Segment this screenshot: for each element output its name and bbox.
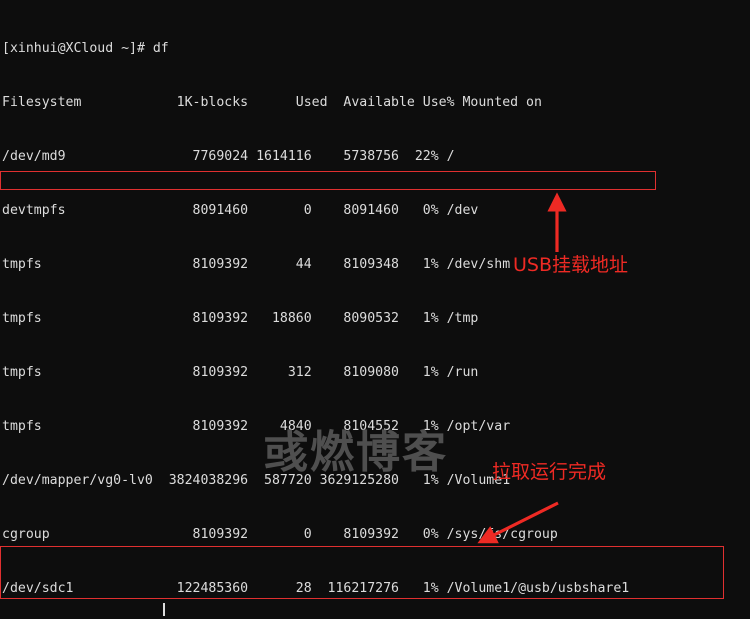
terminal-line-usbshare: /dev/sdc1 122485360 28 116217276 1% /Vol…	[2, 581, 630, 596]
result-annotation-label: 拉取运行完成	[492, 461, 607, 483]
terminal-line: tmpfs 8109392 18860 8090532 1% /tmp	[2, 311, 479, 326]
watermark: 彧燃博客	[264, 427, 448, 478]
terminal-line: tmpfs 8109392 312 8109080 1% /run	[2, 365, 479, 380]
terminal-line: [xinhui@XCloud ~]# df	[2, 41, 169, 56]
terminal-window[interactable]: [xinhui@XCloud ~]# df Filesystem 1K-bloc…	[0, 0, 750, 619]
terminal-cursor	[163, 603, 165, 616]
terminal-line: cgroup 8109392 0 8109392 0% /sys/fs/cgro…	[2, 527, 558, 542]
terminal-line: /dev/md9 7769024 1614116 5738756 22% /	[2, 149, 455, 164]
terminal-line-df-header: Filesystem 1K-blocks Used Available Use%…	[2, 95, 542, 110]
terminal-line: devtmpfs 8091460 0 8091460 0% /dev	[2, 203, 479, 218]
terminal-line: tmpfs 8109392 44 8109348 1% /dev/shm	[2, 257, 511, 272]
terminal-output: [xinhui@XCloud ~]# df Filesystem 1K-bloc…	[2, 4, 750, 619]
usb-annotation-label: USB挂载地址	[513, 254, 629, 276]
